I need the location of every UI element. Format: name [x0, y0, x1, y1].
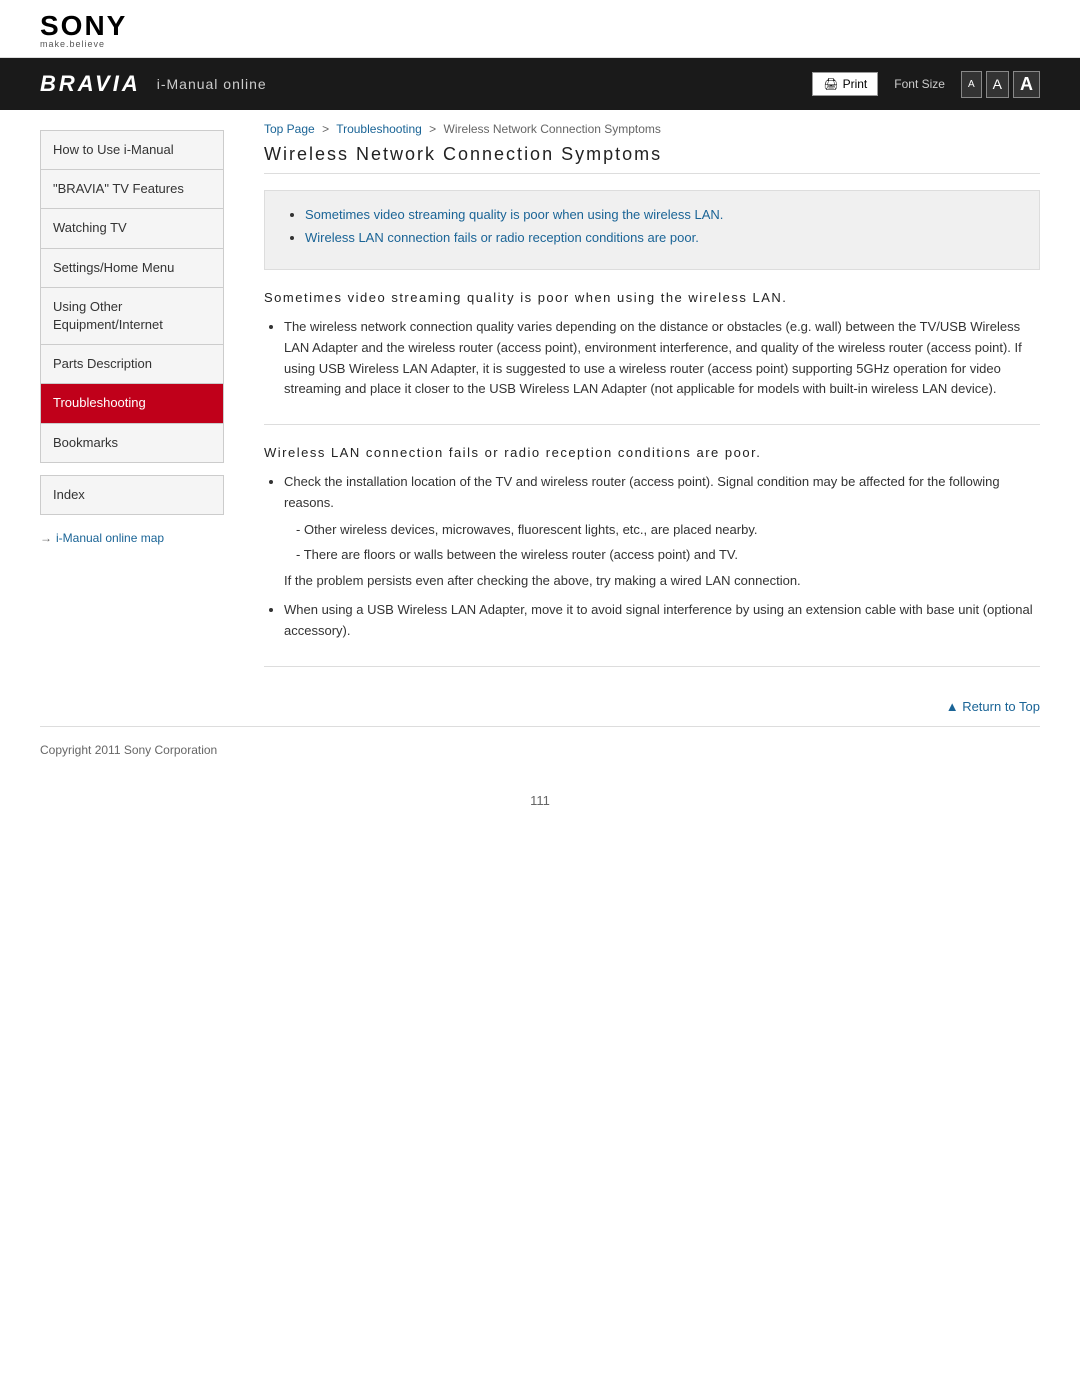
section-2: Wireless LAN connection fails or radio r…	[264, 445, 1040, 667]
section-2-sub-2: There are floors or walls between the wi…	[284, 545, 1040, 566]
return-to-top: ▲ Return to Top	[264, 687, 1040, 726]
section-2-heading: Wireless LAN connection fails or radio r…	[264, 445, 1040, 460]
sidebar-item-index[interactable]: Index	[41, 476, 223, 514]
page-title: Wireless Network Connection Symptoms	[264, 144, 1040, 174]
print-label: Print	[843, 77, 868, 91]
breadcrumb-top-page[interactable]: Top Page	[264, 122, 315, 136]
sidebar-item-watching-tv[interactable]: Watching TV	[41, 209, 223, 248]
tagline: make.believe	[40, 40, 1040, 49]
sidebar-item-settings[interactable]: Settings/Home Menu	[41, 249, 223, 288]
summary-item-1: Sometimes video streaming quality is poo…	[305, 207, 1019, 222]
top-header: SONY make.believe	[0, 0, 1080, 58]
print-icon: 🖨	[823, 77, 838, 91]
sidebar-item-how-to-use[interactable]: How to Use i-Manual	[41, 131, 223, 170]
sidebar-item-parts[interactable]: Parts Description	[41, 345, 223, 384]
section-1-bullet-1: The wireless network connection quality …	[284, 317, 1040, 400]
summary-box: Sometimes video streaming quality is poo…	[264, 190, 1040, 270]
section-2-bullet-2: When using a USB Wireless LAN Adapter, m…	[284, 600, 1040, 642]
sony-wordmark: SONY	[40, 12, 1040, 40]
bravia-subtitle: i-Manual online	[157, 76, 267, 92]
sidebar: How to Use i-Manual "BRAVIA" TV Features…	[40, 110, 240, 726]
footer: Copyright 2011 Sony Corporation	[0, 727, 1080, 773]
font-size-medium-button[interactable]: A	[986, 71, 1009, 98]
sidebar-index: Index	[40, 475, 224, 515]
breadcrumb: Top Page > Troubleshooting > Wireless Ne…	[264, 110, 1040, 144]
section-2-sub-1: Other wireless devices, microwaves, fluo…	[284, 520, 1040, 541]
section-2-sublist: Other wireless devices, microwaves, fluo…	[284, 520, 1040, 566]
summary-item-2: Wireless LAN connection fails or radio r…	[305, 230, 1019, 245]
bravia-right: 🖨 Print Font Size A A A	[812, 71, 1040, 98]
sony-logo: SONY make.believe	[40, 12, 1040, 49]
return-to-top-link[interactable]: ▲ Return to Top	[946, 699, 1040, 714]
breadcrumb-sep2: >	[429, 122, 436, 136]
print-button[interactable]: 🖨 Print	[812, 72, 878, 96]
summary-link-2[interactable]: Wireless LAN connection fails or radio r…	[305, 230, 699, 245]
section-1: Sometimes video streaming quality is poo…	[264, 290, 1040, 425]
bravia-bar: BRAVIA i-Manual online 🖨 Print Font Size…	[0, 58, 1080, 110]
font-size-large-button[interactable]: A	[1013, 71, 1040, 98]
breadcrumb-sep1: >	[322, 122, 329, 136]
section-2-note: If the problem persists even after check…	[284, 571, 1040, 592]
copyright-text: Copyright 2011 Sony Corporation	[40, 743, 217, 757]
arrow-icon: →	[40, 531, 52, 545]
section-1-list: The wireless network connection quality …	[264, 317, 1040, 400]
imanual-map-link[interactable]: → i-Manual online map	[40, 527, 224, 549]
content-area: Top Page > Troubleshooting > Wireless Ne…	[240, 110, 1040, 726]
main-layout: How to Use i-Manual "BRAVIA" TV Features…	[0, 110, 1080, 726]
section-2-bullet-1: Check the installation location of the T…	[284, 472, 1040, 592]
bravia-left: BRAVIA i-Manual online	[40, 71, 267, 97]
sidebar-item-bravia-features[interactable]: "BRAVIA" TV Features	[41, 170, 223, 209]
map-link-label: i-Manual online map	[56, 531, 164, 545]
breadcrumb-troubleshooting[interactable]: Troubleshooting	[336, 122, 422, 136]
font-size-small-button[interactable]: A	[961, 71, 982, 98]
sidebar-item-troubleshooting[interactable]: Troubleshooting	[41, 384, 223, 423]
section-2-list: Check the installation location of the T…	[264, 472, 1040, 642]
sidebar-item-equipment[interactable]: Using Other Equipment/Internet	[41, 288, 223, 345]
return-top-label: Return to Top	[962, 699, 1040, 714]
bravia-logo: BRAVIA	[40, 71, 141, 97]
sidebar-nav: How to Use i-Manual "BRAVIA" TV Features…	[40, 130, 224, 463]
breadcrumb-current: Wireless Network Connection Symptoms	[444, 122, 661, 136]
return-top-icon: ▲	[946, 699, 962, 714]
font-size-label: Font Size	[894, 77, 945, 91]
summary-link-1[interactable]: Sometimes video streaming quality is poo…	[305, 207, 723, 222]
font-size-controls: A A A	[961, 71, 1040, 98]
summary-list: Sometimes video streaming quality is poo…	[285, 207, 1019, 245]
sidebar-item-bookmarks[interactable]: Bookmarks	[41, 424, 223, 462]
page-number: 111	[0, 773, 1080, 828]
section-1-heading: Sometimes video streaming quality is poo…	[264, 290, 1040, 305]
